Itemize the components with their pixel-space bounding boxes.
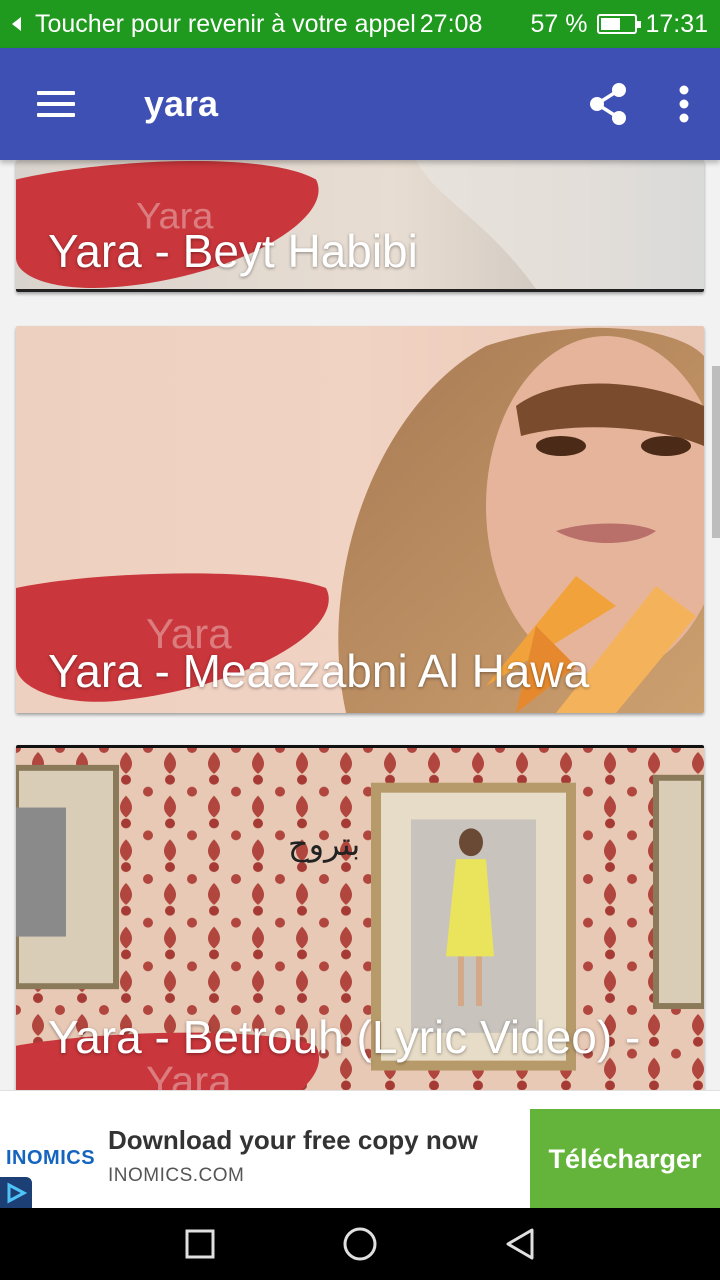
ad-choices-button[interactable] <box>0 1177 32 1209</box>
ad-download-button[interactable]: Télécharger <box>530 1109 720 1209</box>
menu-icon <box>37 91 75 117</box>
video-card[interactable]: Yara Yara - Meaazabni Al Hawa <box>16 326 704 713</box>
scrollbar[interactable] <box>712 366 720 538</box>
share-button[interactable] <box>568 48 648 160</box>
video-title: Yara - Betrouh (Lyric Video) - <box>48 1011 641 1063</box>
more-vert-icon <box>679 85 689 123</box>
ad-domain[interactable]: INOMICS.COM <box>108 1165 244 1187</box>
call-return-text: Toucher pour revenir à votre appel <box>35 9 416 38</box>
return-arrow-icon <box>12 17 21 31</box>
recents-icon <box>185 1229 215 1259</box>
status-bar[interactable]: Toucher pour revenir à votre appel 27:08… <box>0 0 720 48</box>
ad-headline[interactable]: Download your free copy now <box>108 1125 478 1156</box>
battery-percentage: 57 % <box>530 9 588 38</box>
video-list[interactable]: Yara Yara - Beyt Habibi Yara Yara - Meaa… <box>0 160 720 1090</box>
app-bar: yara <box>0 48 720 160</box>
back-button[interactable] <box>440 1208 600 1280</box>
recents-button[interactable] <box>120 1208 280 1280</box>
svg-text:بتروح: بتروح <box>288 825 360 863</box>
ad-logo[interactable]: INOMICS <box>6 1147 95 1170</box>
call-timer: 27:08 <box>419 9 483 38</box>
back-icon <box>506 1228 534 1260</box>
video-card[interactable]: Yara Yara - Beyt Habibi <box>16 160 704 292</box>
return-to-call[interactable]: Toucher pour revenir à votre appel 27:08 <box>0 10 530 39</box>
home-icon <box>343 1227 377 1261</box>
video-title: Yara - Beyt Habibi <box>48 225 418 277</box>
clock: 17:31 <box>645 9 708 38</box>
menu-button[interactable] <box>0 48 112 160</box>
app-title: yara <box>144 83 219 124</box>
ad-banner[interactable]: INOMICS Download your free copy now INOM… <box>0 1090 720 1209</box>
navigation-bar <box>0 1208 720 1280</box>
video-card[interactable]: بتروح Yara Yara - Betrouh (Lyric Video) … <box>16 745 704 1090</box>
home-button[interactable] <box>280 1208 440 1280</box>
share-icon <box>590 83 626 125</box>
overflow-menu-button[interactable] <box>648 48 720 160</box>
screen: Toucher pour revenir à votre appel 27:08… <box>0 0 720 1280</box>
video-title: Yara - Meaazabni Al Hawa <box>48 645 590 697</box>
battery-icon <box>597 14 642 34</box>
ad-choices-icon <box>7 1182 27 1204</box>
